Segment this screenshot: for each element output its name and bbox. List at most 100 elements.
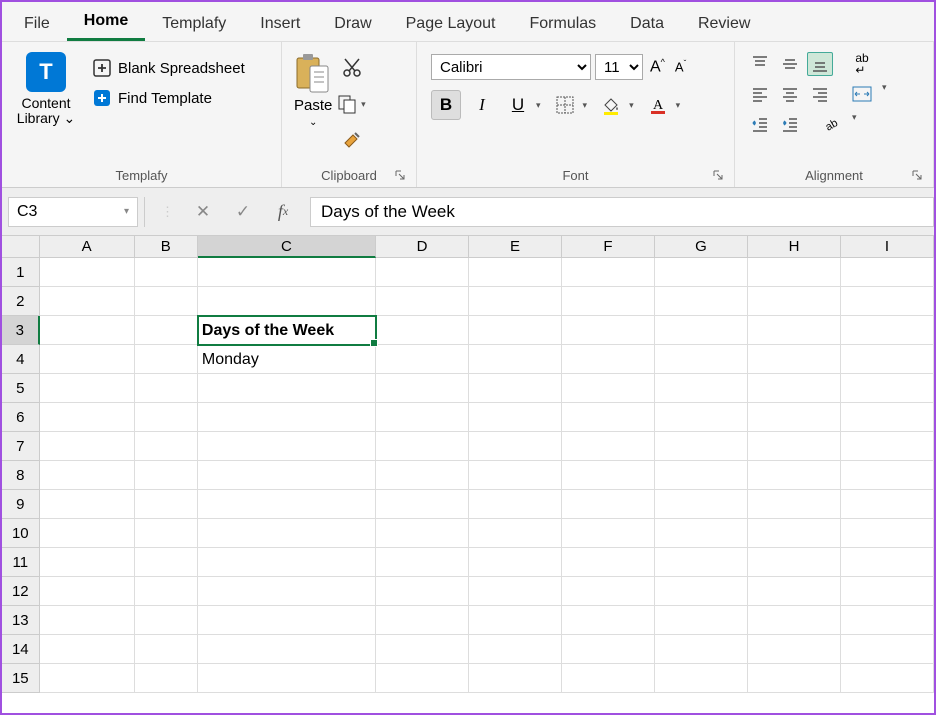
cell-B11[interactable] [135,548,198,577]
cell-A3[interactable] [40,316,135,345]
row-header[interactable]: 3 [2,316,40,345]
tab-insert[interactable]: Insert [243,7,317,41]
row-header[interactable]: 14 [2,635,40,664]
col-header-H[interactable]: H [748,236,841,258]
cell-A13[interactable] [40,606,135,635]
cell-I9[interactable] [841,490,934,519]
cell-I5[interactable] [841,374,934,403]
col-header-F[interactable]: F [562,236,655,258]
cell-H13[interactable] [748,606,841,635]
cell-E4[interactable] [469,345,562,374]
cell-F9[interactable] [562,490,655,519]
cell-C12[interactable] [198,577,376,606]
cell-B1[interactable] [135,258,198,287]
cell-H8[interactable] [748,461,841,490]
decrease-indent-button[interactable] [747,112,773,136]
cell-A8[interactable] [40,461,135,490]
chevron-down-icon[interactable]: ▾ [879,82,890,106]
row-header[interactable]: 9 [2,490,40,519]
tab-review[interactable]: Review [681,7,767,41]
cell-G2[interactable] [655,287,748,316]
cell-D1[interactable] [376,258,469,287]
cell-E13[interactable] [469,606,562,635]
cell-E9[interactable] [469,490,562,519]
cell-H4[interactable] [748,345,841,374]
cell-H14[interactable] [748,635,841,664]
chevron-down-icon[interactable]: ▾ [626,100,637,111]
enter-formula-button[interactable]: ✓ [232,201,254,223]
col-header-B[interactable]: B [135,236,198,258]
cell-B15[interactable] [135,664,198,693]
cell-D14[interactable] [376,635,469,664]
cell-F7[interactable] [562,432,655,461]
cell-B7[interactable] [135,432,198,461]
cell-I8[interactable] [841,461,934,490]
col-header-I[interactable]: I [841,236,934,258]
align-middle-button[interactable] [777,52,803,76]
decrease-font-button[interactable]: Aˇ [672,59,689,74]
col-header-C[interactable]: C [198,236,376,258]
row-header[interactable]: 2 [2,287,40,316]
cell-H1[interactable] [748,258,841,287]
cell-A15[interactable] [40,664,135,693]
alignment-launcher-icon[interactable] [911,169,925,183]
cell-B14[interactable] [135,635,198,664]
wrap-text-button[interactable]: ab↵ [849,52,875,76]
cell-H15[interactable] [748,664,841,693]
cell-C6[interactable] [198,403,376,432]
align-left-button[interactable] [747,82,773,106]
cell-C2[interactable] [198,287,376,316]
cell-E12[interactable] [469,577,562,606]
paste-button[interactable]: Paste⌄ [294,52,332,128]
cell-D4[interactable] [376,345,469,374]
align-top-button[interactable] [747,52,773,76]
align-right-button[interactable] [807,82,833,106]
row-header[interactable]: 8 [2,461,40,490]
col-header-A[interactable]: A [40,236,135,258]
cell-H12[interactable] [748,577,841,606]
cell-G4[interactable] [655,345,748,374]
cell-D8[interactable] [376,461,469,490]
cut-button[interactable] [338,54,366,82]
cell-D6[interactable] [376,403,469,432]
cell-A4[interactable] [40,345,135,374]
align-center-button[interactable] [777,82,803,106]
cell-C13[interactable] [198,606,376,635]
cell-F2[interactable] [562,287,655,316]
col-header-G[interactable]: G [655,236,748,258]
cell-G10[interactable] [655,519,748,548]
font-size-select[interactable]: 11 [595,54,643,80]
cell-C7[interactable] [198,432,376,461]
cell-F3[interactable] [562,316,655,345]
name-box[interactable]: C3 ▾ [8,197,138,227]
tab-file[interactable]: File [7,7,67,41]
cell-F6[interactable] [562,403,655,432]
cell-E5[interactable] [469,374,562,403]
cell-F10[interactable] [562,519,655,548]
cell-C10[interactable] [198,519,376,548]
cell-B6[interactable] [135,403,198,432]
cell-I2[interactable] [841,287,934,316]
font-name-select[interactable]: Calibri [431,54,591,80]
cell-I11[interactable] [841,548,934,577]
cell-C8[interactable] [198,461,376,490]
cell-G1[interactable] [655,258,748,287]
insert-function-button[interactable]: fx [272,201,294,223]
tab-home[interactable]: Home [67,4,145,41]
cell-D12[interactable] [376,577,469,606]
cell-B5[interactable] [135,374,198,403]
cell-H5[interactable] [748,374,841,403]
cell-F14[interactable] [562,635,655,664]
cell-B8[interactable] [135,461,198,490]
cell-D9[interactable] [376,490,469,519]
cell-A6[interactable] [40,403,135,432]
cell-H10[interactable] [748,519,841,548]
chevron-down-icon[interactable]: ▾ [580,100,591,111]
tab-data[interactable]: Data [613,7,681,41]
cell-B3[interactable] [135,316,198,345]
cell-I12[interactable] [841,577,934,606]
cell-E6[interactable] [469,403,562,432]
cell-A5[interactable] [40,374,135,403]
cell-E1[interactable] [469,258,562,287]
cell-B2[interactable] [135,287,198,316]
